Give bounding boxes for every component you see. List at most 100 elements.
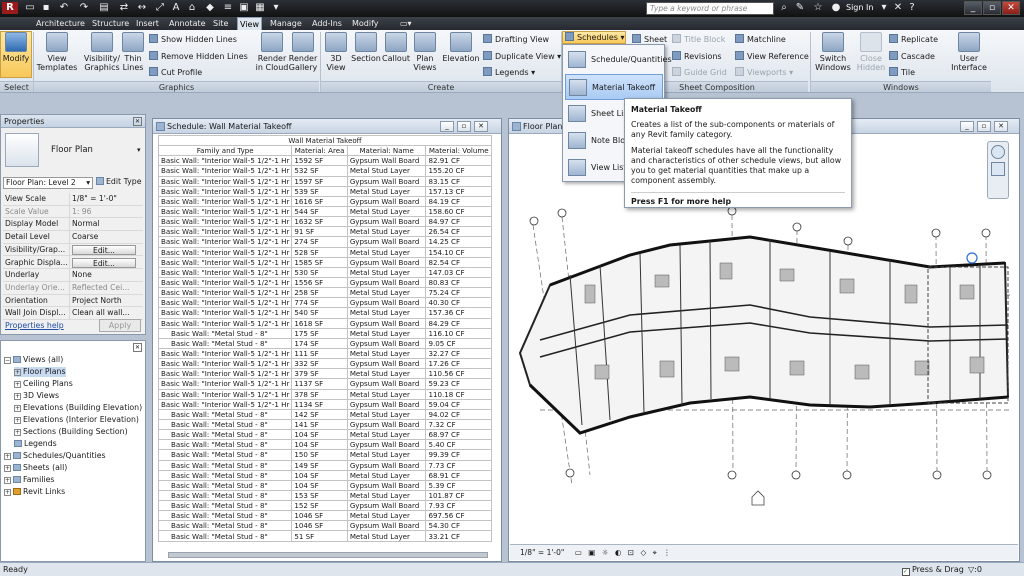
property-row[interactable]: Underlay Orie... Reflected Cei... (3, 281, 143, 295)
table-cell[interactable]: Gypsum Wall Board (346, 337, 427, 349)
help-icon[interactable]: ? (906, 2, 918, 14)
table-cell[interactable]: 104 SF (291, 429, 348, 441)
table-cell[interactable]: Basic Wall: "Metal Stud - 8" (157, 520, 293, 532)
table-cell[interactable]: Basic Wall: "Interior Wall-5 1/2"-1 Hr (157, 287, 293, 299)
drafting-view-button[interactable]: Drafting View (483, 34, 549, 45)
replicate-button[interactable]: Replicate (889, 34, 938, 45)
table-cell[interactable]: 528 SF (291, 246, 348, 258)
tab-insert[interactable]: Insert (134, 17, 161, 30)
table-cell[interactable]: 104 SF (291, 469, 348, 481)
table-cell[interactable]: Basic Wall: "Interior Wall-5 1/2"-1 Hr (157, 205, 293, 218)
table-cell[interactable]: Gypsum Wall Board (346, 236, 427, 248)
table-cell[interactable]: 157.36 CF (425, 307, 492, 319)
table-cell[interactable]: 539 SF (291, 185, 348, 197)
menu-item-schedule-quantities[interactable]: Schedule/Quantities (565, 47, 672, 73)
user-interface-button[interactable]: User Interface (950, 32, 988, 72)
table-cell[interactable]: Metal Stud Layer (346, 388, 427, 400)
property-value[interactable]: Reflected Cei... (69, 281, 139, 294)
table-cell[interactable]: 1618 SF (291, 317, 348, 329)
table-cell[interactable]: 1632 SF (291, 216, 348, 228)
render-gallery-button[interactable]: Render Gallery (288, 32, 318, 72)
table-cell[interactable]: Basic Wall: "Metal Stud - 8" (157, 439, 293, 451)
table-cell[interactable]: Metal Stud Layer (346, 307, 427, 319)
tree-sections[interactable]: + Sections (Building Section) (14, 427, 128, 437)
table-cell[interactable]: Basic Wall: "Metal Stud - 8" (157, 449, 293, 461)
tile-button[interactable]: Tile (889, 67, 915, 78)
table-cell[interactable]: 54.30 CF (425, 520, 492, 532)
table-cell[interactable]: Basic Wall: "Interior Wall-5 1/2"-1 Hr (157, 398, 293, 410)
table-cell[interactable]: 84.19 CF (425, 195, 492, 207)
table-cell[interactable]: 774 SF (291, 297, 348, 309)
table-cell[interactable]: Basic Wall: "Metal Stud - 8" (157, 429, 293, 441)
property-value[interactable]: Clean all wall... (69, 307, 139, 320)
tree-views-all[interactable]: − Views (all) (4, 355, 63, 365)
table-cell[interactable]: 82.91 CF (425, 155, 492, 167)
table-cell[interactable]: Basic Wall: "Metal Stud - 8" (157, 489, 293, 502)
print-icon[interactable]: ▤ (98, 2, 110, 14)
table-cell[interactable]: Basic Wall: "Interior Wall-5 1/2"-1 Hr (157, 226, 293, 238)
tab-architecture[interactable]: Architecture (34, 17, 87, 30)
section-icon[interactable]: ◆ (204, 2, 216, 14)
table-cell[interactable]: Gypsum Wall Board (346, 378, 427, 390)
table-row[interactable]: Basic Wall: "Metal Stud - 8" 104 SF Metal … (157, 469, 492, 481)
table-cell[interactable]: Metal Stud Layer (346, 368, 427, 380)
tab-annotate[interactable]: Annotate (167, 17, 208, 30)
table-cell[interactable]: 84.97 CF (425, 216, 492, 228)
table-cell[interactable]: Metal Stud Layer (346, 469, 427, 481)
thin-lines-button[interactable]: Thin Lines (122, 32, 144, 72)
table-cell[interactable]: 530 SF (291, 266, 348, 278)
table-cell[interactable]: Basic Wall: "Metal Stud - 8" (157, 479, 293, 491)
table-cell[interactable]: Basic Wall: "Interior Wall-5 1/2"-1 Hr (157, 297, 293, 309)
table-cell[interactable]: 1585 SF (291, 256, 348, 268)
chevron-down-icon[interactable]: ▾ (137, 146, 141, 154)
view-reference-button[interactable]: View Reference (735, 51, 809, 62)
table-row[interactable]: Basic Wall: "Metal Stud - 8" 152 SF Gypsum… (157, 500, 492, 512)
table-cell[interactable]: 99.39 CF (425, 449, 492, 461)
table-cell[interactable]: 111 SF (291, 347, 348, 360)
table-row[interactable]: Basic Wall: "Interior Wall-5 1/2"-1 Hr 15… (157, 256, 492, 268)
table-cell[interactable]: Basic Wall: "Interior Wall-5 1/2"-1 Hr (157, 388, 293, 400)
property-value[interactable]: None (69, 269, 139, 282)
modify-button[interactable]: Modify (0, 31, 32, 78)
property-value[interactable]: Normal (69, 218, 139, 231)
text-icon[interactable]: A (170, 2, 182, 14)
column-header[interactable]: Material: Volume (425, 145, 492, 157)
tab-add-ins[interactable]: Add-Ins (310, 17, 344, 30)
close-icon[interactable]: ✕ (133, 343, 142, 352)
table-cell[interactable]: 1137 SF (291, 378, 348, 390)
property-value[interactable]: Coarse (69, 231, 139, 244)
close-hidden-icon[interactable]: ▣ (238, 2, 250, 14)
table-row[interactable]: Basic Wall: "Metal Stud - 8" 104 SF Metal … (157, 429, 492, 441)
save-icon[interactable]: ▪ (40, 2, 52, 14)
column-header[interactable]: Material: Area (291, 145, 348, 157)
reveal-hidden-icon[interactable]: ⌖ (653, 548, 657, 557)
table-row[interactable]: Basic Wall: "Metal Stud - 8" 142 SF Metal … (157, 408, 492, 420)
table-row[interactable]: Basic Wall: "Metal Stud - 8" 51 SF Metal S… (157, 530, 492, 542)
table-cell[interactable]: Gypsum Wall Board (346, 398, 427, 410)
tree-floor-plans[interactable]: + Floor Plans (14, 367, 66, 377)
table-cell[interactable]: Gypsum Wall Board (346, 155, 427, 167)
table-cell[interactable]: Basic Wall: "Interior Wall-5 1/2"-1 Hr (157, 358, 293, 370)
search-icon[interactable]: ⌕ (778, 2, 790, 14)
table-cell[interactable]: 33.21 CF (425, 530, 492, 542)
table-cell[interactable]: Metal Stud Layer (346, 266, 427, 278)
visual-style-icon[interactable]: ▣ (588, 548, 595, 557)
3d-view-icon[interactable]: ⌂ (186, 2, 198, 14)
cut-profile-button[interactable]: Cut Profile (149, 67, 202, 78)
table-cell[interactable]: Basic Wall: "Interior Wall-5 1/2"-1 Hr (157, 317, 293, 329)
property-row[interactable]: Graphic Displa... Edit... (3, 256, 143, 270)
table-row[interactable]: Basic Wall: "Interior Wall-5 1/2"-1 Hr 11… (157, 347, 492, 360)
window-minimize-button[interactable]: _ (440, 121, 454, 132)
crop-view-icon[interactable]: ⊡ (628, 548, 634, 557)
table-row[interactable]: Basic Wall: "Metal Stud - 8" 174 SF Gypsum… (157, 337, 492, 349)
table-row[interactable]: Basic Wall: "Interior Wall-5 1/2"-1 Hr 37… (157, 388, 492, 400)
table-cell[interactable]: 104 SF (291, 439, 348, 451)
table-cell[interactable]: 152 SF (291, 500, 348, 512)
table-cell[interactable]: 544 SF (291, 205, 348, 218)
view-templates-button[interactable]: View Templates (36, 32, 78, 72)
table-cell[interactable]: Gypsum Wall Board (346, 297, 427, 309)
table-cell[interactable]: 84.29 CF (425, 317, 492, 329)
table-cell[interactable]: 332 SF (291, 358, 348, 370)
type-selector[interactable]: Floor Plan (51, 145, 93, 155)
table-cell[interactable]: Gypsum Wall Board (346, 317, 427, 329)
